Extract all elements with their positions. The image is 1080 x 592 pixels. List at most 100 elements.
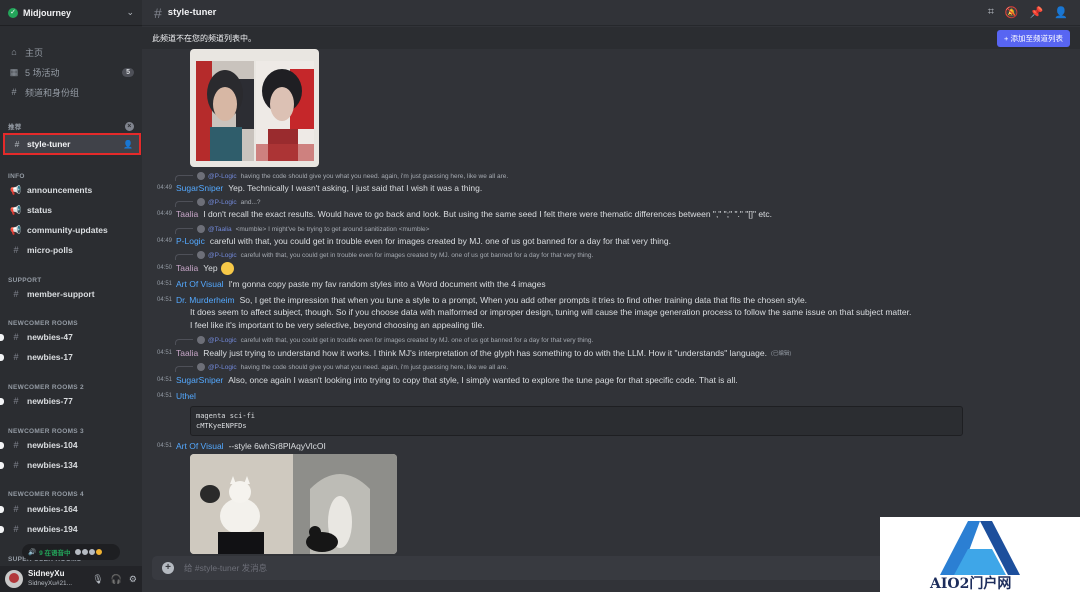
channel-hash-icon: # xyxy=(13,460,19,470)
reply-preview[interactable]: @P-Logic and...? xyxy=(175,197,261,207)
announcement-icon: 📢 xyxy=(10,204,22,215)
dismiss-recommended-icon[interactable]: × xyxy=(125,121,134,131)
add-to-channel-list-button[interactable]: + 添加至频道列表 xyxy=(997,29,1070,47)
reply-author[interactable]: @P-Logic xyxy=(208,337,237,344)
sidebar-item-newbies-164[interactable]: # newbies-164 xyxy=(0,500,136,518)
code-line: cMTKyeENPFDs xyxy=(196,422,247,430)
category-header[interactable]: SUPPORT xyxy=(8,277,134,284)
sidebar-item-label: micro-polls xyxy=(27,245,73,255)
voice-status-pill[interactable]: 🔊 9 在语音中 xyxy=(22,544,120,560)
nav-home[interactable]: ⌂ 主页 xyxy=(8,43,134,61)
category-header[interactable]: NEWCOMER ROOMS 4 xyxy=(8,491,134,498)
message-row: 04:50 Taalia Yep xyxy=(157,261,234,275)
message-author[interactable]: Uthel xyxy=(176,391,196,401)
sidebar-item-newbies-17[interactable]: # newbies-17 xyxy=(0,348,136,366)
reply-avatar xyxy=(197,225,205,233)
server-header[interactable]: ✓ Midjourney ⌄ xyxy=(0,0,142,26)
notification-muted-icon[interactable]: 🔕 xyxy=(1005,6,1019,19)
voice-status-text: 9 在语音中 xyxy=(39,550,71,557)
message-timestamp: 04:49 xyxy=(157,211,173,217)
reply-author[interactable]: @P-Logic xyxy=(208,199,237,206)
avatar[interactable] xyxy=(5,570,23,588)
category-label: INFO xyxy=(8,173,25,180)
announcement-icon: 📢 xyxy=(10,184,22,195)
chevron-down-icon[interactable]: ⌄ xyxy=(126,7,134,18)
message-author[interactable]: Art Of Visual xyxy=(176,279,224,289)
sidebar-item-newbies-134[interactable]: # newbies-134 xyxy=(0,456,136,474)
sidebar-item-member-support[interactable]: # member-support xyxy=(6,285,136,303)
category-header[interactable]: NEWCOMER ROOMS 3 xyxy=(8,428,134,435)
smile-emoji-icon xyxy=(220,261,234,275)
message-author[interactable]: SugarSniper xyxy=(176,183,223,193)
channel-hash-icon: # xyxy=(13,396,19,406)
reply-avatar xyxy=(197,251,205,259)
user-names[interactable]: SidneyXu SidneyXu#21... xyxy=(28,569,85,589)
attach-plus-icon[interactable]: + xyxy=(162,562,174,574)
sidebar-item-newbies-104[interactable]: # newbies-104 xyxy=(0,436,136,454)
nav-home-label: 主页 xyxy=(25,47,44,58)
microphone-muted-icon[interactable]: 🎙 xyxy=(92,574,103,585)
sidebar-item-label: member-support xyxy=(27,289,95,299)
message-row: 04:51 SugarSniper Also, once again I wasn'… xyxy=(157,374,738,386)
threads-icon[interactable]: ⌗ xyxy=(988,6,994,19)
gear-icon[interactable]: ⚙ xyxy=(129,574,137,585)
watermark-logo: AIO2门户网 xyxy=(880,517,1080,592)
sidebar-item-newbies-194[interactable]: # newbies-194 xyxy=(0,520,136,538)
message-image-cats[interactable] xyxy=(190,454,397,554)
reply-author[interactable]: @P-Logic xyxy=(208,173,237,180)
reply-preview[interactable]: @P-Logic careful with that, you could get… xyxy=(175,335,593,345)
message-list: @P-Logic having the code should give you … xyxy=(142,49,1080,554)
sidebar-item-community-updates[interactable]: 📢 community-updates xyxy=(6,221,136,239)
reply-preview[interactable]: @P-Logic careful with that, you could get… xyxy=(175,250,593,260)
events-count-badge: 5 xyxy=(122,67,134,77)
message-author[interactable]: SugarSniper xyxy=(176,375,223,385)
edited-label: (已编辑) xyxy=(770,351,792,357)
reply-preview[interactable]: @P-Logic having the code should give you … xyxy=(175,171,508,181)
category-header[interactable]: NEWCOMER ROOMS xyxy=(8,320,134,327)
message-author[interactable]: P-Logic xyxy=(176,236,205,246)
recommended-label: 推荐 xyxy=(8,124,22,131)
reply-author[interactable]: @P-Logic xyxy=(208,252,237,259)
category-header[interactable]: INFO xyxy=(8,173,134,180)
message-image-portraits[interactable] xyxy=(190,49,319,167)
reply-avatar xyxy=(197,363,205,371)
message-author[interactable]: Taalia xyxy=(176,348,198,358)
category-header[interactable]: NEWCOMER ROOMS 2 xyxy=(8,384,134,391)
sidebar-item-announcements[interactable]: 📢 announcements xyxy=(6,181,136,199)
message-author[interactable]: Art Of Visual xyxy=(176,441,224,451)
verified-icon: ✓ xyxy=(8,7,18,18)
message-author[interactable]: Taalia xyxy=(176,209,198,219)
message-timestamp: 04:51 xyxy=(157,350,173,356)
reply-author[interactable]: @Taalia xyxy=(208,226,232,233)
message-text: So, I get the impression that when you t… xyxy=(239,295,808,305)
message-input[interactable]: 给 #style-tuner 发消息 xyxy=(184,562,267,574)
sidebar-item-newbies-77[interactable]: # newbies-77 xyxy=(0,392,136,410)
message-text: Also, once again I wasn't looking into t… xyxy=(228,375,738,385)
reply-author[interactable]: @P-Logic xyxy=(208,364,237,371)
nav-events-label: 5 场活动 xyxy=(25,67,60,78)
message-author[interactable]: Dr. Murderheim xyxy=(176,295,235,305)
calendar-icon: ▦ xyxy=(9,66,19,77)
sidebar-item-style-tuner[interactable]: # style-tuner 👤 xyxy=(3,133,141,155)
reply-preview[interactable]: @P-Logic having the code should give you … xyxy=(175,362,508,372)
add-member-icon[interactable]: 👤 xyxy=(123,140,133,149)
sidebar-item-newbies-47[interactable]: # newbies-47 xyxy=(0,328,136,346)
sidebar-item-micro-polls[interactable]: # micro-polls xyxy=(6,241,136,259)
reply-text: careful with that, you could get in trou… xyxy=(240,336,594,344)
portrait-image xyxy=(190,49,319,167)
message-author[interactable]: Taalia xyxy=(176,263,198,273)
sidebar-item-label: newbies-17 xyxy=(27,352,73,362)
member-list-icon[interactable]: 👤 xyxy=(1054,6,1068,19)
headphones-icon[interactable]: 🎧 xyxy=(111,574,122,585)
reply-preview[interactable]: @Taalia <mumble> I might've be trying to … xyxy=(175,224,429,234)
channel-hash-icon: # xyxy=(13,440,19,450)
sidebar-item-status[interactable]: 📢 status xyxy=(6,201,136,219)
message-timestamp: 04:49 xyxy=(157,185,173,191)
message-row: 04:49 P-Logic careful with that, you could… xyxy=(157,235,671,247)
nav-channels-roles-label: 频道和身份组 xyxy=(25,87,80,98)
reply-text: <mumble> I might've be trying to get aro… xyxy=(235,225,430,233)
nav-channels-roles[interactable]: # 频道和身份组 xyxy=(8,83,134,101)
category-label: NEWCOMER ROOMS 2 xyxy=(8,384,84,391)
pin-icon[interactable]: 📌 xyxy=(1030,6,1044,19)
nav-events[interactable]: ▦ 5 场活动 5 xyxy=(8,63,134,81)
